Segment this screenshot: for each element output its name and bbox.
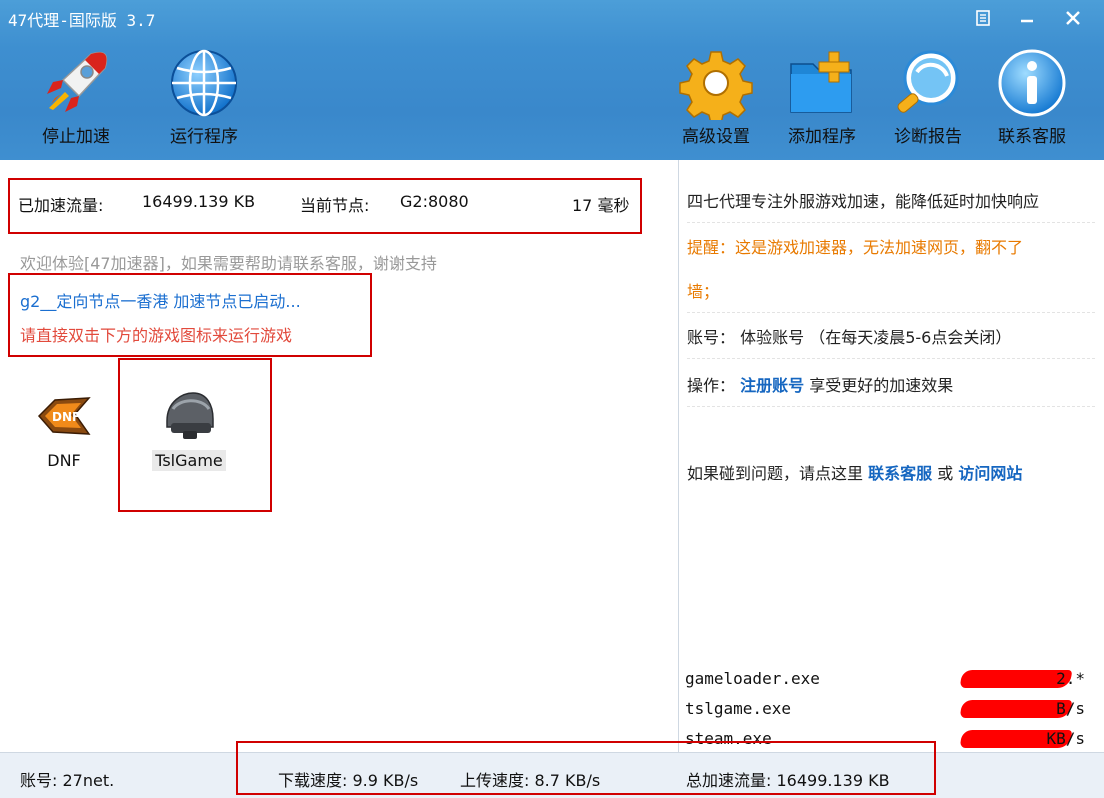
highlight-speed-box — [236, 741, 936, 795]
game-label-dnf: DNF — [47, 451, 81, 470]
highlight-game-box — [118, 358, 272, 512]
divider — [687, 406, 1095, 407]
operation-row: 操作： 注册账号 享受更好的加速效果 — [687, 372, 1095, 396]
title-bar: 47代理-国际版 3.7 — [0, 0, 1104, 36]
dnf-game-icon: DNF — [34, 388, 94, 444]
diagnostic-report-label: 诊断报告 — [894, 127, 962, 147]
account-value: 体验账号 （在每天凌晨5-6点会关闭） — [740, 328, 1012, 347]
globe-icon — [167, 46, 241, 120]
help-text: 如果碰到问题，请点这里 — [687, 464, 864, 483]
register-account-link[interactable]: 注册账号 — [740, 376, 804, 395]
welcome-text: 欢迎体验[47加速器]，如果需要帮助请联系客服，谢谢支持 — [20, 254, 437, 273]
window-menu-icon — [974, 9, 992, 27]
contact-support-button[interactable]: 联系客服 — [984, 46, 1080, 150]
minimize-icon — [1018, 9, 1036, 27]
close-icon — [1064, 9, 1082, 27]
add-program-button[interactable]: 添加程序 — [774, 46, 870, 150]
operation-suffix: 享受更好的加速效果 — [809, 376, 954, 395]
minimize-button[interactable] — [1010, 4, 1044, 32]
process-speed: 2.* — [1056, 669, 1085, 688]
operation-label: 操作： — [687, 376, 736, 395]
add-program-label: 添加程序 — [788, 127, 856, 147]
stop-acceleration-label: 停止加速 — [42, 127, 110, 147]
skin-button[interactable] — [966, 4, 1000, 32]
gear-icon — [679, 46, 753, 120]
process-name: gameloader.exe — [685, 669, 820, 688]
account-row: 账号： 体验账号 （在每天凌晨5-6点会关闭） — [687, 324, 1095, 348]
main-panel: 已加速流量: 16499.139 KB 当前节点: G2:8080 17 毫秒 … — [0, 160, 678, 752]
process-speed: B/s — [1056, 699, 1085, 718]
contact-support-label: 联系客服 — [998, 127, 1066, 147]
divider — [687, 358, 1095, 359]
advanced-settings-label: 高级设置 — [682, 127, 750, 147]
process-name: tslgame.exe — [685, 699, 791, 718]
info-icon — [995, 46, 1069, 120]
diagnostic-report-button[interactable]: 诊断报告 — [880, 46, 976, 150]
visit-website-link[interactable]: 访问网站 — [958, 464, 1022, 483]
help-row: 如果碰到问题，请点这里 联系客服 或 访问网站 — [687, 460, 1095, 484]
info-panel: 四七代理专注外服游戏加速，能降低延时加快响应 提醒：这是游戏加速器，无法加速网页… — [678, 160, 1104, 752]
divider — [687, 222, 1095, 223]
reminder-line-2: 墙； — [687, 282, 720, 301]
intro-text: 四七代理专注外服游戏加速，能降低延时加快响应 — [687, 192, 1040, 211]
run-program-label: 运行程序 — [170, 127, 238, 147]
rocket-icon — [39, 46, 113, 120]
reminder-line-1: 提醒：这是游戏加速器，无法加速网页，翻不了 — [687, 238, 1024, 257]
process-row: gameloader.exe 2.* — [679, 664, 1104, 694]
window-title: 47代理-国际版 3.7 — [8, 11, 156, 30]
add-folder-icon — [785, 46, 859, 120]
divider — [687, 312, 1095, 313]
process-row: tslgame.exe B/s — [679, 694, 1104, 724]
advanced-settings-button[interactable]: 高级设置 — [668, 46, 764, 150]
run-program-button[interactable]: 运行程序 — [156, 46, 252, 150]
contact-support-link[interactable]: 联系客服 — [868, 464, 932, 483]
account-label: 账号： — [687, 328, 736, 347]
top-toolbar-area: 47代理-国际版 3.7 停止加速 运行程序 高级设置 添加程序 诊断报告 联系… — [0, 0, 1104, 160]
status-account: 账号: 27net. — [20, 771, 115, 790]
process-speed: KB/s — [1046, 729, 1085, 748]
close-button[interactable] — [1056, 4, 1090, 32]
or-text: 或 — [937, 464, 954, 483]
highlight-traffic-box — [8, 178, 642, 234]
stop-acceleration-button[interactable]: 停止加速 — [28, 46, 124, 150]
highlight-status-box — [8, 273, 372, 357]
magnifier-icon — [891, 46, 965, 120]
game-dnf[interactable]: DNF DNF — [14, 388, 114, 471]
svg-text:DNF: DNF — [52, 410, 80, 424]
